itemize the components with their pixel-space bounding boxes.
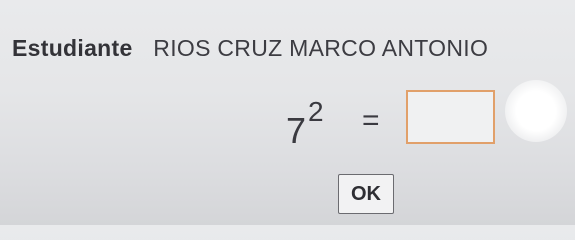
ok-button[interactable]: OK bbox=[338, 174, 394, 214]
equals-sign: = bbox=[362, 104, 380, 137]
answer-input[interactable] bbox=[406, 90, 495, 144]
problem-exponent: 2 bbox=[308, 96, 324, 127]
student-name: RIOS CRUZ MARCO ANTONIO bbox=[153, 35, 489, 61]
student-label: Estudiante bbox=[12, 35, 133, 61]
screen-glare bbox=[505, 80, 567, 142]
problem-base: 7 bbox=[286, 110, 307, 151]
student-info: Estudiante RIOS CRUZ MARCO ANTONIO bbox=[12, 35, 488, 62]
